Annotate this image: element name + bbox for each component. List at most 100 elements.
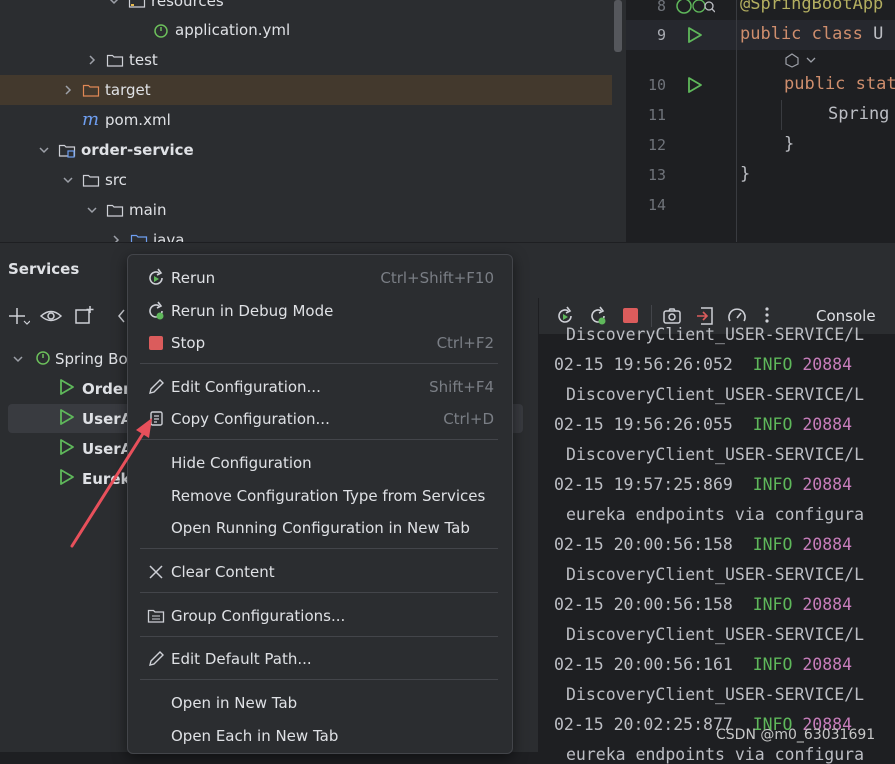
tree-item-label: java bbox=[153, 231, 185, 242]
folder-target-icon bbox=[82, 82, 100, 98]
chevron-right-icon[interactable] bbox=[84, 52, 100, 68]
chevron-down-icon[interactable] bbox=[106, 0, 122, 9]
run-play-icon bbox=[58, 378, 76, 400]
menu-item-edit-configuration[interactable]: Edit Configuration... Shift+F4 bbox=[140, 372, 502, 402]
log-level: INFO bbox=[752, 535, 793, 554]
code-line-10: public stat bbox=[784, 74, 895, 94]
code-keyword: public bbox=[784, 74, 856, 94]
services-item[interactable]: Order bbox=[58, 374, 130, 404]
console-text-line: eureka endpoints via configura bbox=[566, 505, 865, 524]
tree-row-pom[interactable]: m pom.xml bbox=[0, 105, 612, 135]
run-play-icon[interactable] bbox=[686, 76, 704, 98]
menu-item-open-each-in-new-tab[interactable]: Open Each in New Tab bbox=[140, 721, 502, 751]
services-group-spring-boot[interactable]: Spring Bo bbox=[10, 344, 128, 374]
menu-item-label: Remove Configuration Type from Services bbox=[171, 487, 486, 505]
console-log-line: 02-15 19:56:26:052 INFO 20884 bbox=[554, 355, 852, 374]
run-gutter-icon[interactable] bbox=[675, 0, 716, 20]
tree-item-label: target bbox=[105, 81, 151, 99]
line-number: 14 bbox=[647, 196, 666, 214]
console-log-line: 02-15 19:56:26:055 INFO 20884 bbox=[554, 415, 852, 434]
rerun-debug-icon bbox=[144, 301, 168, 321]
log-pid: 20884 bbox=[802, 415, 853, 434]
chevron-down-icon[interactable] bbox=[36, 142, 52, 158]
maven-icon: m bbox=[82, 109, 100, 130]
menu-item-remove-configuration-type[interactable]: Remove Configuration Type from Services bbox=[140, 481, 502, 511]
line-number: 12 bbox=[647, 136, 666, 154]
log-level: INFO bbox=[752, 595, 793, 614]
chevron-down-icon[interactable] bbox=[10, 351, 26, 367]
menu-item-rerun[interactable]: Rerun Ctrl+Shift+F10 bbox=[140, 263, 502, 293]
menu-item-stop[interactable]: Stop Ctrl+F2 bbox=[140, 328, 502, 358]
pencil-icon bbox=[144, 650, 168, 668]
chevron-right-icon[interactable] bbox=[108, 232, 124, 242]
console-text-line: DiscoveryClient_USER-SERVICE/L bbox=[566, 565, 865, 584]
log-level: INFO bbox=[752, 475, 793, 494]
code-keyword: stat bbox=[855, 74, 895, 94]
tree-item-label: order-service bbox=[81, 141, 194, 159]
annotation-arrow bbox=[70, 418, 152, 548]
pencil-icon bbox=[144, 378, 168, 396]
run-play-icon[interactable] bbox=[686, 26, 704, 48]
tab-console-label[interactable]: Console bbox=[816, 307, 876, 325]
tree-row-resources[interactable]: resources bbox=[0, 0, 612, 16]
line-number: 8 bbox=[656, 0, 666, 15]
menu-item-open-running-config-new-tab[interactable]: Open Running Configuration in New Tab bbox=[140, 513, 502, 543]
chevron-down-icon[interactable] bbox=[60, 172, 76, 188]
indent-guide bbox=[781, 100, 782, 130]
tree-row-main[interactable]: main bbox=[0, 195, 612, 225]
menu-item-label: Open Running Configuration in New Tab bbox=[171, 519, 470, 537]
folder-icon bbox=[82, 172, 100, 188]
new-tab-icon[interactable] bbox=[74, 305, 94, 329]
project-scrollbar[interactable] bbox=[614, 0, 622, 52]
code-line-11: Spring bbox=[828, 104, 890, 124]
code-keyword: class bbox=[811, 24, 874, 44]
menu-item-clear-content[interactable]: Clear Content bbox=[140, 557, 502, 587]
tree-item-label: main bbox=[129, 201, 167, 219]
menu-item-copy-configuration[interactable]: Copy Configuration... Ctrl+D bbox=[140, 404, 502, 434]
close-icon bbox=[144, 564, 168, 580]
tree-row-application-yml[interactable]: application.yml bbox=[0, 15, 612, 45]
add-icon[interactable] bbox=[8, 306, 31, 330]
editor-gutter-divider bbox=[736, 0, 737, 242]
console-log-line: 02-15 20:00:56:158 INFO 20884 bbox=[554, 535, 852, 554]
menu-item-label: Copy Configuration... bbox=[171, 410, 330, 428]
tree-row-test[interactable]: test bbox=[0, 45, 612, 75]
eye-icon[interactable] bbox=[39, 307, 63, 329]
menu-item-group-configurations[interactable]: Group Configurations... bbox=[140, 601, 502, 631]
code-class-name: U bbox=[873, 24, 884, 44]
chevron-down-icon[interactable] bbox=[84, 202, 100, 218]
code-keyword: public bbox=[740, 24, 812, 44]
menu-item-label: Stop bbox=[171, 334, 206, 352]
console-text-line: DiscoveryClient_USER-SERVICE/L bbox=[566, 325, 865, 344]
console-text-line: DiscoveryClient_USER-SERVICE/L bbox=[566, 385, 865, 404]
tree-row-order-service[interactable]: order-service bbox=[0, 135, 612, 165]
log-pid: 20884 bbox=[802, 535, 853, 554]
menu-item-label: Rerun in Debug Mode bbox=[171, 302, 334, 320]
menu-item-edit-default-path[interactable]: Edit Default Path... bbox=[140, 644, 502, 674]
menu-item-label: Group Configurations... bbox=[171, 607, 346, 625]
code-line-12: } bbox=[784, 134, 795, 154]
line-number: 9 bbox=[656, 26, 666, 44]
chevron-right-icon[interactable] bbox=[60, 82, 76, 98]
tree-item-label: test bbox=[129, 51, 158, 69]
menu-item-label: Edit Default Path... bbox=[171, 650, 312, 668]
menu-item-hide-configuration[interactable]: Hide Configuration bbox=[140, 448, 502, 478]
stop-icon[interactable] bbox=[623, 308, 638, 323]
menu-item-open-in-new-tab[interactable]: Open in New Tab bbox=[140, 688, 502, 718]
tree-row-src[interactable]: src bbox=[0, 165, 612, 195]
log-pid: 20884 bbox=[802, 595, 853, 614]
console-log-line: 02-15 19:57:25:869 INFO 20884 bbox=[554, 475, 852, 494]
bean-gutter-icon[interactable] bbox=[783, 52, 819, 72]
services-title: Services bbox=[8, 260, 80, 278]
console-log-line: 02-15 20:00:56:158 INFO 20884 bbox=[554, 595, 852, 614]
tree-row-java[interactable]: java bbox=[0, 225, 612, 242]
menu-item-rerun-debug[interactable]: Rerun in Debug Mode bbox=[140, 296, 502, 326]
console-text-line: DiscoveryClient_USER-SERVICE/L bbox=[566, 625, 865, 644]
tree-row-target[interactable]: target bbox=[0, 75, 612, 105]
menu-item-shortcut: Ctrl+Shift+F10 bbox=[380, 269, 494, 287]
menu-item-label: Hide Configuration bbox=[171, 454, 312, 472]
console-log-line: 02-15 20:00:56:161 INFO 20884 bbox=[554, 655, 852, 674]
log-timestamp: 02-15 20:00:56:161 bbox=[554, 655, 733, 674]
code-annotation: @SpringBootApp bbox=[740, 0, 884, 14]
code-line-13: } bbox=[740, 164, 751, 184]
